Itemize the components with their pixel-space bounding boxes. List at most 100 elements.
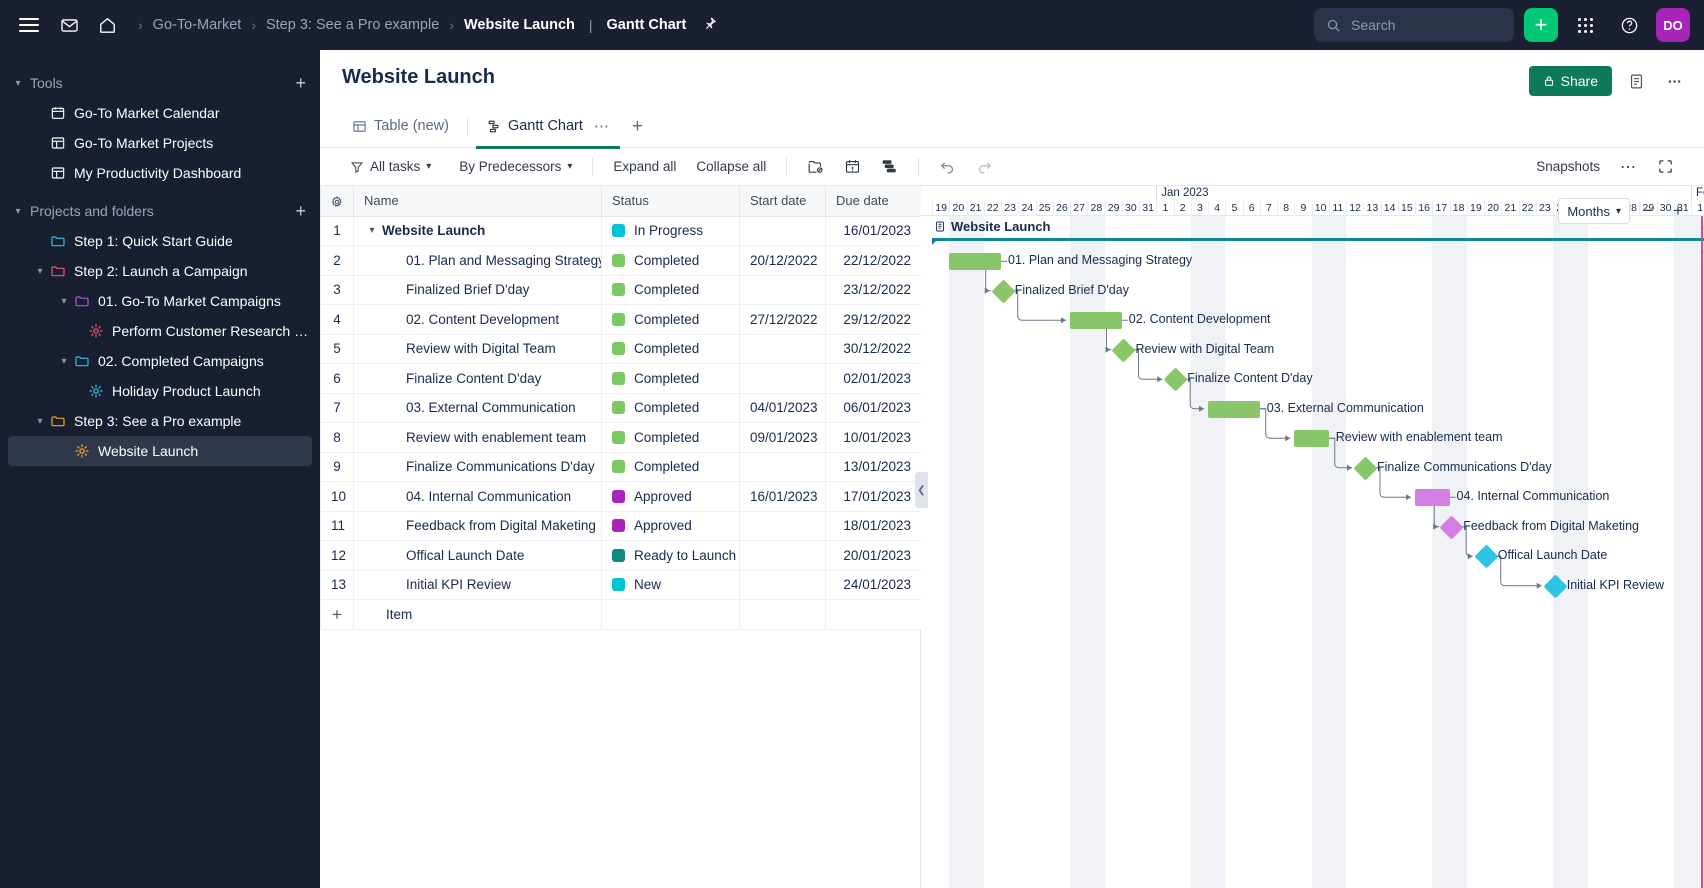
row-name-cell[interactable]: Initial KPI Review bbox=[353, 569, 602, 600]
row-name-cell[interactable]: Feedback from Digital Maketing bbox=[353, 510, 602, 541]
row-status-cell[interactable]: Completed bbox=[601, 422, 740, 453]
row-status-cell[interactable]: Completed bbox=[601, 451, 740, 482]
apps-grid-icon[interactable] bbox=[1568, 8, 1602, 42]
gantt-milestone-marker[interactable] bbox=[1163, 367, 1188, 392]
gantt-task-bar[interactable] bbox=[1208, 400, 1260, 418]
chevron-down-icon[interactable]: ▾ bbox=[32, 266, 48, 277]
sidebar-item-02-completed-campaigns[interactable]: ▾ 02. Completed Campaigns bbox=[8, 346, 312, 376]
add-button[interactable]: + bbox=[1524, 8, 1558, 42]
critical-path-icon[interactable] bbox=[836, 154, 869, 179]
row-name-cell[interactable]: 04. Internal Communication bbox=[353, 481, 602, 512]
gantt-milestone-marker[interactable] bbox=[991, 279, 1016, 304]
add-item-label[interactable]: Item bbox=[353, 599, 602, 630]
row-status-cell[interactable]: Ready to Launch bbox=[601, 540, 740, 571]
row-expand-chevron-icon[interactable]: ▾ bbox=[364, 225, 380, 236]
table-row[interactable]: 1 ▾ Website Launch In Progress 16/01/2023 bbox=[320, 215, 922, 246]
table-row[interactable]: 12 Offical Launch Date Ready to Launch 20/0… bbox=[320, 540, 922, 571]
column-header-start-date[interactable]: Start date bbox=[739, 186, 826, 217]
more-options-icon[interactable] bbox=[1660, 67, 1688, 95]
row-due-date-cell[interactable]: 24/01/2023 bbox=[825, 569, 922, 600]
collapse-all-button[interactable]: Collapse all bbox=[688, 155, 774, 178]
gantt-milestone-marker[interactable] bbox=[1111, 338, 1136, 363]
breadcrumb-item-2[interactable]: Website Launch bbox=[458, 15, 581, 35]
row-name-cell[interactable]: Review with Digital Team bbox=[353, 333, 602, 364]
row-name-cell[interactable]: Review with enablement team bbox=[353, 422, 602, 453]
undo-icon[interactable] bbox=[931, 154, 964, 179]
row-status-cell[interactable]: Completed bbox=[601, 363, 740, 394]
row-status-cell[interactable]: Completed bbox=[601, 333, 740, 364]
row-due-date-cell[interactable]: 02/01/2023 bbox=[825, 363, 922, 394]
zoom-out-button[interactable]: − bbox=[1636, 199, 1660, 223]
row-start-date-cell[interactable]: 09/01/2023 bbox=[739, 422, 826, 453]
column-settings-gear[interactable] bbox=[320, 186, 354, 217]
toolbar-more-icon[interactable]: ⋯ bbox=[1612, 153, 1645, 181]
sidebar-section-add-button[interactable]: + bbox=[295, 74, 306, 92]
chevron-down-icon[interactable]: ▾ bbox=[56, 296, 72, 307]
table-row[interactable]: 7 03. External Communication Completed 04/0… bbox=[320, 392, 922, 423]
breadcrumb-item-1[interactable]: Step 3: See a Pro example bbox=[260, 15, 445, 35]
table-row[interactable]: 10 04. Internal Communication Approved 16/0… bbox=[320, 481, 922, 512]
zoom-in-button[interactable]: + bbox=[1666, 199, 1690, 223]
breadcrumb-item-0[interactable]: Go-To-Market bbox=[147, 15, 248, 35]
sidebar-section-add-button[interactable]: + bbox=[295, 202, 306, 220]
row-due-date-cell[interactable]: 16/01/2023 bbox=[825, 215, 922, 246]
table-row[interactable]: 13 Initial KPI Review New 24/01/2023 bbox=[320, 569, 922, 600]
table-row[interactable]: 9 Finalize Communications D'day Completed 1… bbox=[320, 451, 922, 482]
row-status-cell[interactable]: Approved bbox=[601, 481, 740, 512]
snapshots-button[interactable]: Snapshots bbox=[1528, 155, 1608, 178]
tab-gantt-chart[interactable]: Gantt Chart ⋯ bbox=[475, 107, 620, 149]
column-header-due-date[interactable]: Due date bbox=[825, 186, 922, 217]
baseline-icon[interactable] bbox=[799, 154, 832, 179]
gantt-summary-bar[interactable] bbox=[932, 235, 1704, 245]
add-item-row[interactable]: + Item bbox=[320, 599, 922, 630]
row-due-date-cell[interactable]: 29/12/2022 bbox=[825, 304, 922, 335]
search-box[interactable] bbox=[1314, 8, 1514, 42]
gantt-task-bar[interactable] bbox=[1294, 430, 1329, 448]
chevron-down-icon[interactable]: ▾ bbox=[56, 356, 72, 367]
pin-icon[interactable] bbox=[702, 16, 717, 35]
avatar[interactable]: DO bbox=[1656, 8, 1690, 42]
row-start-date-cell[interactable] bbox=[739, 451, 826, 482]
add-item-plus-icon[interactable]: + bbox=[320, 599, 354, 630]
sidebar-item-step-2-launch-a-campaign[interactable]: ▾ Step 2: Launch a Campaign bbox=[8, 256, 312, 286]
table-row[interactable]: 4 02. Content Development Completed 27/12/2… bbox=[320, 304, 922, 335]
row-start-date-cell[interactable] bbox=[739, 569, 826, 600]
gantt-task-bar[interactable] bbox=[1070, 312, 1122, 330]
chevron-down-icon[interactable]: ▾ bbox=[10, 206, 26, 217]
gantt-milestone-marker[interactable] bbox=[1474, 544, 1499, 569]
tab-table-new[interactable]: Table (new) bbox=[342, 107, 459, 149]
row-start-date-cell[interactable]: 27/12/2022 bbox=[739, 304, 826, 335]
row-due-date-cell[interactable]: 22/12/2022 bbox=[825, 245, 922, 276]
row-start-date-cell[interactable] bbox=[739, 215, 826, 246]
table-row[interactable]: 11 Feedback from Digital Maketing Approved… bbox=[320, 510, 922, 541]
row-due-date-cell[interactable]: 06/01/2023 bbox=[825, 392, 922, 423]
chevron-down-icon[interactable]: ▾ bbox=[32, 416, 48, 427]
row-start-date-cell[interactable]: 20/12/2022 bbox=[739, 245, 826, 276]
row-start-date-cell[interactable] bbox=[739, 333, 826, 364]
row-due-date-cell[interactable]: 10/01/2023 bbox=[825, 422, 922, 453]
add-tab-button[interactable]: + bbox=[620, 116, 655, 138]
sidebar-item-my-productivity-dashboard[interactable]: My Productivity Dashboard bbox=[8, 158, 312, 188]
column-header-name[interactable]: Name bbox=[353, 186, 602, 217]
row-start-date-cell[interactable]: 04/01/2023 bbox=[739, 392, 826, 423]
row-due-date-cell[interactable]: 20/01/2023 bbox=[825, 540, 922, 571]
row-name-cell[interactable]: 03. External Communication bbox=[353, 392, 602, 423]
search-input[interactable] bbox=[1351, 17, 1502, 33]
row-start-date-cell[interactable] bbox=[739, 274, 826, 305]
gantt-milestone-marker[interactable] bbox=[1353, 456, 1378, 481]
row-name-cell[interactable]: Finalized Brief D'day bbox=[353, 274, 602, 305]
table-row[interactable]: 8 Review with enablement team Completed 09/… bbox=[320, 422, 922, 453]
row-due-date-cell[interactable]: 18/01/2023 bbox=[825, 510, 922, 541]
sidebar-item-perform-customer-research-and[interactable]: Perform Customer Research and... bbox=[8, 316, 312, 346]
zoom-level-select[interactable]: Months ▾ bbox=[1558, 198, 1630, 224]
table-row[interactable]: 3 Finalized Brief D'day Completed 23/12/202… bbox=[320, 274, 922, 305]
tab-gantt-more-icon[interactable]: ⋯ bbox=[594, 117, 610, 135]
home-icon[interactable] bbox=[92, 10, 122, 40]
menu-icon[interactable] bbox=[14, 10, 44, 40]
table-row[interactable]: 2 01. Plan and Messaging Strategy Complete… bbox=[320, 245, 922, 276]
breadcrumb-view-name[interactable]: Gantt Chart bbox=[601, 15, 693, 35]
expand-all-button[interactable]: Expand all bbox=[605, 155, 684, 178]
sidebar-item-go-to-market-calendar[interactable]: Go-To Market Calendar bbox=[8, 98, 312, 128]
column-header-status[interactable]: Status bbox=[601, 186, 740, 217]
sidebar-item-01-go-to-market-campaigns[interactable]: ▾ 01. Go-To Market Campaigns bbox=[8, 286, 312, 316]
